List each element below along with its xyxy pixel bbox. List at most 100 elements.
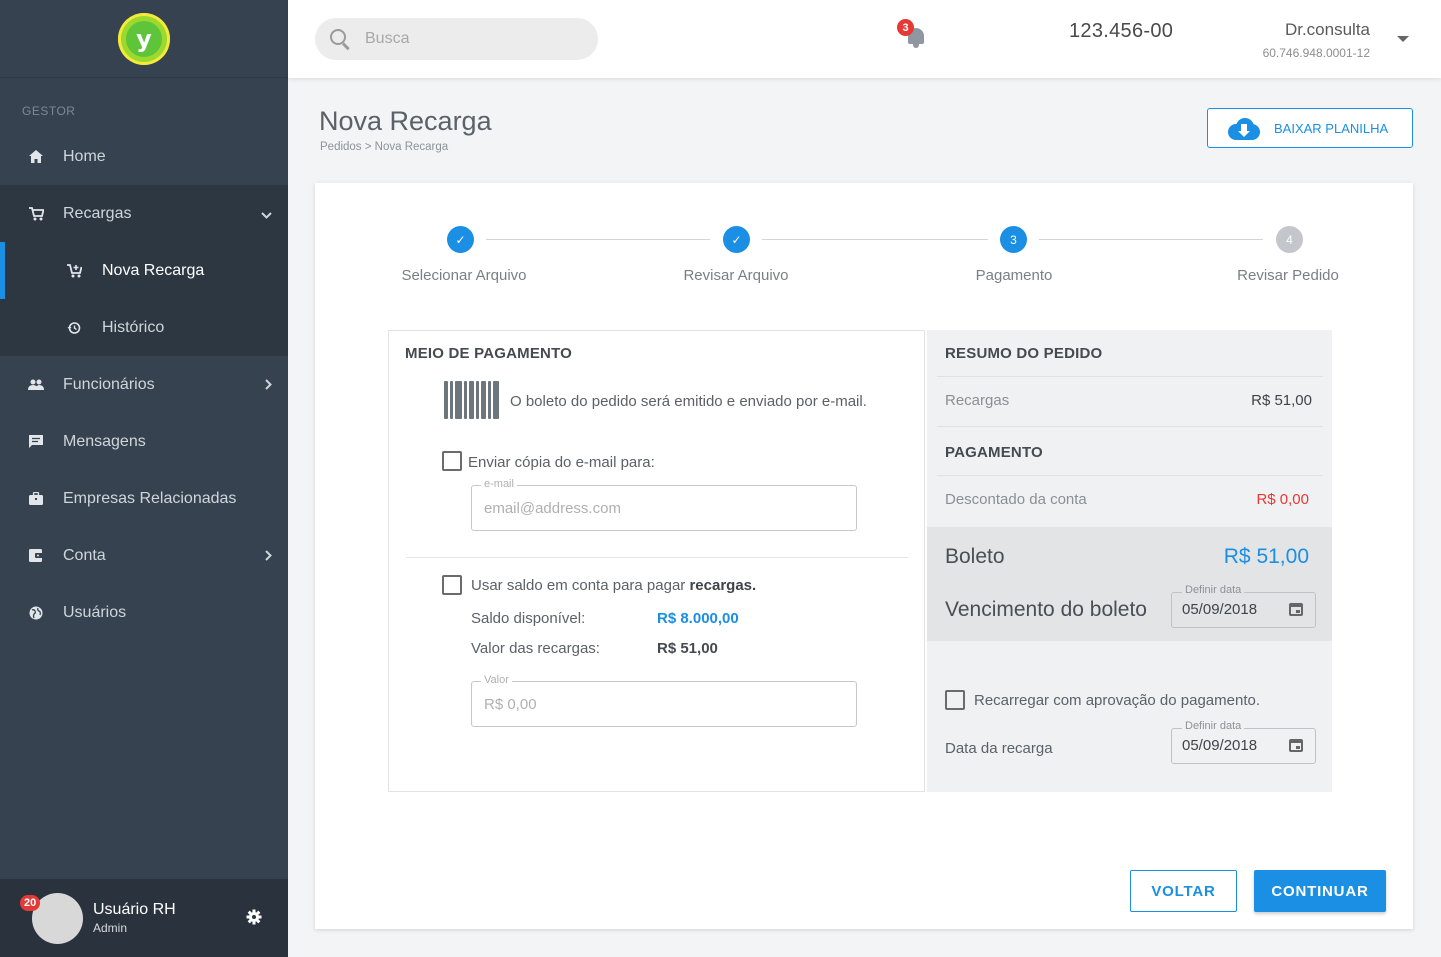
sidebar-item-label: Conta — [63, 546, 106, 564]
sidebar-group-recargas: Recargas Nova Recarga Histórico — [0, 185, 288, 356]
sidebar-item-label: Usuários — [63, 603, 127, 621]
logo[interactable]: y — [118, 12, 170, 65]
step-1-label: Selecionar Arquivo — [401, 267, 527, 284]
due-date-label: Vencimento do boleto — [945, 598, 1147, 621]
use-balance-label: Usar saldo em conta para pagar recargas. — [471, 577, 756, 594]
email-field-label: e-mail — [481, 478, 517, 490]
step-2-marker: ✓ — [723, 226, 750, 253]
payment-method-title: MEIO DE PAGAMENTO — [405, 345, 573, 362]
sidebar-item-label: Histórico — [102, 318, 165, 336]
due-date-field-label: Definir data — [1182, 584, 1245, 596]
logo-mark: y — [126, 20, 162, 57]
approval-checkbox[interactable] — [945, 690, 965, 710]
wallet-icon — [28, 548, 44, 564]
sidebar-item-usuarios[interactable]: Usuários — [0, 584, 288, 641]
available-balance-value: R$ 8.000,00 — [657, 610, 739, 627]
user-name: Usuário RH — [93, 901, 176, 918]
summary-divider — [937, 475, 1323, 476]
sidebar-item-recargas[interactable]: Recargas — [0, 185, 288, 242]
sidebar-item-empresas[interactable]: Empresas Relacionadas — [0, 470, 288, 527]
value-field-label: Valor — [481, 674, 512, 686]
people-icon — [28, 377, 44, 393]
briefcase-icon — [28, 491, 44, 507]
recharge-date-label: Data da recarga — [945, 740, 1053, 757]
sidebar-item-conta[interactable]: Conta — [0, 527, 288, 584]
download-spreadsheet-button[interactable]: BAIXAR PLANILHA — [1207, 108, 1413, 148]
step-3-marker: 3 — [1000, 226, 1027, 253]
approval-label: Recarregar com aprovação do pagamento. — [974, 692, 1260, 709]
available-balance-label: Saldo disponível: — [471, 610, 586, 627]
page-title: Nova Recarga — [319, 106, 492, 136]
payment-divider — [406, 557, 908, 558]
calendar-icon[interactable] — [1289, 603, 1303, 616]
use-balance-checkbox[interactable] — [442, 575, 462, 595]
due-date-value: 05/09/2018 — [1182, 601, 1258, 618]
account-number: 123.456-00 — [1069, 20, 1174, 42]
topbar: 3 123.456-00 Dr.consulta 60.746.948.0001… — [288, 0, 1441, 78]
order-summary-title: RESUMO DO PEDIDO — [945, 345, 1103, 362]
logo-area: y — [0, 0, 288, 78]
sidebar-item-label: Funcionários — [63, 375, 155, 393]
sidebar-item-historico[interactable]: Histórico — [0, 299, 288, 356]
cart-add-icon — [66, 263, 82, 278]
avatar[interactable]: 20 — [20, 892, 83, 944]
summary-recargas-value: R$ 51,00 — [1251, 392, 1312, 409]
summary-divider — [937, 376, 1323, 377]
sidebar-item-nova-recarga[interactable]: Nova Recarga — [0, 242, 288, 299]
chevron-right-icon — [265, 377, 272, 393]
sidebar-item-funcionarios[interactable]: Funcionários — [0, 356, 288, 413]
step-4-marker: 4 — [1276, 226, 1303, 253]
summary-discount-label: Descontado da conta — [945, 491, 1087, 508]
search-icon — [329, 28, 351, 50]
continue-button[interactable]: CONTINUAR — [1254, 870, 1386, 912]
gear-icon[interactable] — [246, 909, 262, 930]
caret-down-icon[interactable] — [1397, 36, 1409, 42]
user-profile[interactable]: 20 Usuário RH Admin — [0, 879, 288, 957]
due-date-picker[interactable]: Definir data 05/09/2018 — [1171, 584, 1316, 628]
home-icon — [28, 149, 44, 165]
chevron-down-icon — [261, 206, 272, 222]
use-balance-bold: recargas. — [689, 577, 757, 594]
boleto-value: R$ 51,00 — [1223, 545, 1309, 568]
recharge-value-label: Valor das recargas: — [471, 640, 600, 657]
sidebar-item-label: Mensagens — [63, 432, 146, 450]
summary-discount-value: R$ 0,00 — [1256, 491, 1309, 508]
step-connector — [762, 239, 988, 240]
sidebar-item-home[interactable]: Home — [0, 128, 288, 185]
recharge-date-value: 05/09/2018 — [1182, 737, 1258, 754]
search-input[interactable] — [365, 30, 565, 48]
recharge-value-value: R$ 51,00 — [657, 640, 718, 657]
value-field[interactable]: Valor — [471, 674, 857, 727]
boleto-info-text: O boleto do pedido será emitido e enviad… — [510, 393, 867, 410]
value-input[interactable] — [472, 682, 856, 726]
cart-icon — [28, 206, 44, 222]
user-role: Admin — [93, 921, 128, 935]
barcode-icon — [444, 381, 499, 419]
email-input[interactable] — [472, 486, 856, 530]
notification-badge: 20 — [20, 894, 41, 911]
calendar-icon[interactable] — [1289, 739, 1303, 752]
notification-count: 3 — [897, 19, 914, 36]
step-4-label: Revisar Pedido — [1237, 267, 1339, 284]
sidebar-item-label: Home — [63, 147, 106, 165]
email-copy-label: Enviar cópia do e-mail para: — [468, 454, 655, 471]
sidebar-section-label: GESTOR — [22, 104, 76, 118]
back-button[interactable]: VOLTAR — [1130, 870, 1237, 912]
boleto-label: Boleto — [945, 545, 1005, 568]
sidebar-item-label: Empresas Relacionadas — [63, 489, 237, 507]
step-1-marker: ✓ — [447, 226, 474, 253]
sidebar-item-label: Nova Recarga — [102, 261, 205, 279]
summary-payment-title: PAGAMENTO — [945, 444, 1043, 461]
summary-recargas-label: Recargas — [945, 392, 1010, 409]
bell-clapper — [913, 44, 919, 48]
sidebar-item-mensagens[interactable]: Mensagens — [0, 413, 288, 470]
company-switcher[interactable]: Dr.consulta 60.746.948.0001-12 — [1228, 20, 1370, 60]
recharge-date-picker[interactable]: Definir data 05/09/2018 — [1171, 720, 1316, 764]
notifications-button[interactable]: 3 — [897, 19, 928, 50]
sidebar: y GESTOR Home Recargas Nova Recarga Hist… — [0, 0, 288, 957]
email-field[interactable]: e-mail — [471, 478, 857, 531]
search-box[interactable] — [315, 18, 598, 60]
email-copy-checkbox[interactable] — [442, 451, 462, 471]
use-balance-text: Usar saldo em conta para pagar — [471, 577, 690, 594]
breadcrumb[interactable]: Pedidos > Nova Recarga — [320, 141, 448, 153]
